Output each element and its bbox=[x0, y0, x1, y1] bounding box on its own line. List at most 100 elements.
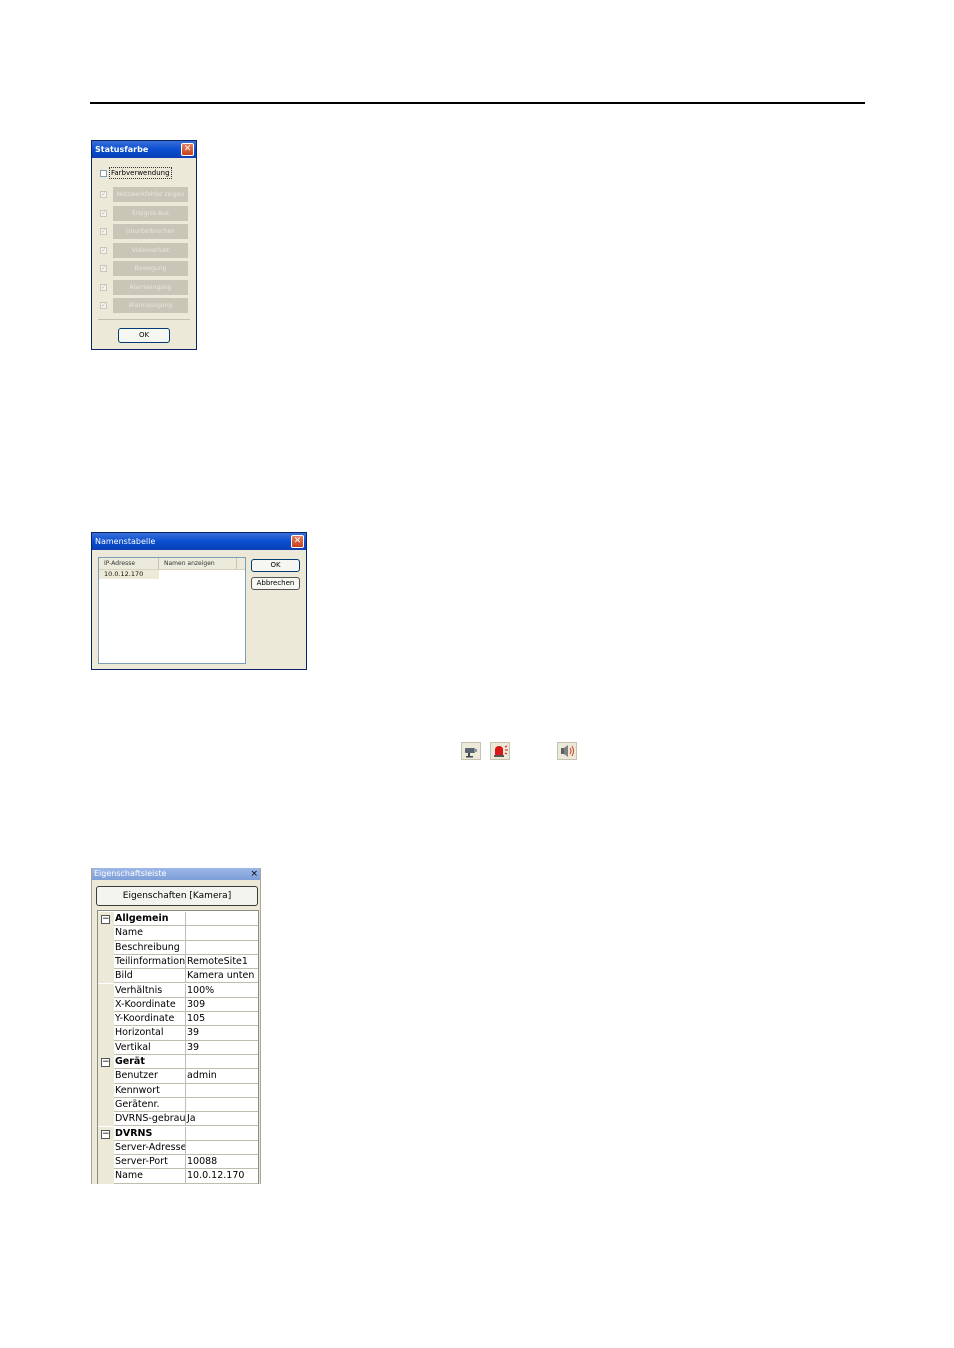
list-item[interactable]: 10.0.12.170 bbox=[99, 570, 159, 579]
property-key: Server-Port bbox=[114, 1155, 186, 1170]
property-value[interactable]: 105 bbox=[186, 1012, 258, 1027]
property-value[interactable] bbox=[186, 1055, 258, 1070]
status-color-button[interactable]: Ununterbrochen bbox=[113, 224, 188, 239]
row-gutter bbox=[98, 983, 114, 998]
row-gutter bbox=[98, 1169, 114, 1184]
status-color-button[interactable]: Bewegung bbox=[113, 261, 188, 276]
list-header: IP-Adresse Namen anzeigen bbox=[99, 558, 245, 570]
status-item-checkbox[interactable]: ✓ bbox=[100, 191, 107, 198]
property-key: Y-Koordinate bbox=[114, 1012, 186, 1027]
property-category-row[interactable]: − Gerät bbox=[98, 1055, 258, 1070]
property-value[interactable]: 10088 bbox=[186, 1155, 258, 1170]
property-row[interactable]: Benutzer admin bbox=[98, 1069, 258, 1084]
status-item-checkbox[interactable]: ✓ bbox=[100, 228, 107, 235]
property-row[interactable]: DVRNS-gebrauchJa bbox=[98, 1112, 258, 1127]
property-row[interactable]: Name bbox=[98, 926, 258, 941]
property-category-row[interactable]: − Allgemein bbox=[98, 912, 258, 927]
row-gutter bbox=[98, 969, 114, 984]
property-category-row[interactable]: − DVRNS bbox=[98, 1126, 258, 1141]
property-row[interactable]: Y-Koordinate 105 bbox=[98, 1012, 258, 1027]
close-icon[interactable]: × bbox=[250, 868, 258, 880]
property-row[interactable]: Teilinformation RemoteSite1 bbox=[98, 954, 258, 970]
property-value[interactable]: 10.0.12.170 bbox=[186, 1169, 258, 1184]
row-gutter bbox=[98, 1026, 114, 1041]
property-value[interactable]: Kamera unten bbox=[186, 969, 258, 984]
property-value[interactable]: 309 bbox=[186, 998, 258, 1013]
row-gutter bbox=[98, 1112, 114, 1127]
namenstabelle-titlebar[interactable]: Namenstabelle ✕ bbox=[92, 533, 306, 550]
property-value[interactable] bbox=[186, 1098, 258, 1113]
camera-icon[interactable] bbox=[461, 742, 481, 760]
status-item-checkbox[interactable]: ✓ bbox=[100, 265, 107, 272]
property-row[interactable]: Server-Adresse bbox=[98, 1140, 258, 1156]
collapse-icon[interactable]: − bbox=[101, 915, 110, 924]
property-row[interactable]: Horizontal 39 bbox=[98, 1026, 258, 1041]
alarm-siren-icon[interactable] bbox=[490, 742, 510, 760]
property-key: X-Koordinate bbox=[114, 997, 186, 1013]
cancel-button[interactable]: Abbrechen bbox=[251, 577, 300, 590]
property-key: DVRNS-gebrauch bbox=[114, 1112, 186, 1127]
row-gutter bbox=[98, 954, 114, 970]
row-gutter bbox=[98, 926, 114, 941]
name-table-list[interactable]: IP-Adresse Namen anzeigen 10.0.12.170 bbox=[98, 557, 246, 664]
ok-button[interactable]: OK bbox=[118, 328, 170, 343]
property-row[interactable]: Vertikal 39 bbox=[98, 1040, 258, 1055]
column-header-ip[interactable]: IP-Adresse bbox=[99, 558, 159, 569]
property-row[interactable]: X-Koordinate 309 bbox=[98, 997, 258, 1013]
property-row[interactable]: Kennwort bbox=[98, 1083, 258, 1098]
property-value[interactable] bbox=[186, 1084, 258, 1098]
property-value[interactable]: 39 bbox=[186, 1026, 258, 1041]
property-row[interactable]: Server-Port 10088 bbox=[98, 1155, 258, 1170]
status-item-checkbox[interactable]: ✓ bbox=[100, 209, 107, 217]
close-icon[interactable]: ✕ bbox=[181, 143, 194, 156]
property-row[interactable]: Gerätenr. bbox=[98, 1097, 258, 1113]
property-key: Gerätenr. bbox=[114, 1097, 186, 1113]
property-value[interactable]: Ja bbox=[186, 1112, 258, 1127]
page-top-rule bbox=[90, 102, 865, 104]
ok-button[interactable]: OK bbox=[251, 559, 300, 572]
status-item-checkbox[interactable]: ✓ bbox=[100, 302, 107, 309]
row-gutter bbox=[98, 1155, 114, 1170]
property-value[interactable]: RemoteSite1 bbox=[186, 955, 258, 970]
property-key: Kennwort bbox=[114, 1083, 186, 1098]
property-value[interactable] bbox=[186, 912, 258, 927]
row-gutter bbox=[98, 1083, 114, 1098]
property-row[interactable]: Beschreibung bbox=[98, 940, 258, 955]
property-key: Server-Adresse bbox=[114, 1140, 186, 1156]
status-color-button[interactable]: Alarmeingang bbox=[113, 279, 188, 295]
statusfarbe-dialog: Statusfarbe ✕ Farbverwendung ✓ Netzwerkfe… bbox=[91, 140, 197, 350]
property-key: Benutzer bbox=[114, 1069, 186, 1084]
property-key: DVRNS bbox=[114, 1126, 186, 1141]
close-icon[interactable]: ✕ bbox=[291, 535, 304, 548]
property-value[interactable] bbox=[186, 941, 258, 955]
property-value[interactable] bbox=[186, 1141, 258, 1156]
row-gutter bbox=[98, 997, 114, 1013]
properties-panel: Eigenschaftsleiste × Eigenschaften [Kame… bbox=[91, 868, 261, 1184]
status-color-button[interactable]: Ereignis Aus bbox=[113, 205, 188, 221]
column-header-name[interactable]: Namen anzeigen bbox=[159, 558, 237, 569]
properties-header-button[interactable]: Eigenschaften [Kamera] bbox=[96, 886, 258, 906]
status-color-button[interactable]: Videoverlust bbox=[113, 242, 188, 258]
property-grid[interactable]: − Allgemein Name Beschreibung Teilinformatio… bbox=[97, 910, 259, 1184]
property-value[interactable]: admin bbox=[186, 1069, 258, 1084]
statusfarbe-titlebar[interactable]: Statusfarbe ✕ bbox=[92, 141, 196, 158]
status-color-button[interactable]: Netzwerkfehler zeigen bbox=[113, 187, 188, 202]
property-row[interactable]: Name 10.0.12.170 bbox=[98, 1169, 258, 1184]
property-row[interactable]: Bild Kamera unten bbox=[98, 969, 258, 984]
property-row[interactable]: Verhältnis 100% bbox=[98, 983, 258, 998]
status-item-checkbox[interactable]: ✓ bbox=[100, 283, 107, 291]
property-value[interactable] bbox=[186, 926, 258, 941]
property-key: Bild bbox=[114, 969, 186, 984]
status-color-button[interactable]: Alarmausgang bbox=[113, 298, 188, 313]
property-value[interactable]: 39 bbox=[186, 1041, 258, 1055]
status-item-checkbox[interactable]: ✓ bbox=[100, 246, 107, 254]
property-value[interactable] bbox=[186, 1127, 258, 1141]
farbverwendung-checkbox[interactable] bbox=[100, 170, 107, 177]
namenstabelle-dialog: Namenstabelle ✕ IP-Adresse Namen anzeige… bbox=[91, 532, 307, 670]
property-value[interactable]: 100% bbox=[186, 984, 258, 998]
property-key: Teilinformation bbox=[114, 954, 186, 970]
row-gutter bbox=[98, 1069, 114, 1084]
collapse-icon[interactable]: − bbox=[101, 1058, 110, 1067]
speaker-icon[interactable] bbox=[557, 742, 577, 760]
collapse-icon[interactable]: − bbox=[101, 1129, 110, 1139]
